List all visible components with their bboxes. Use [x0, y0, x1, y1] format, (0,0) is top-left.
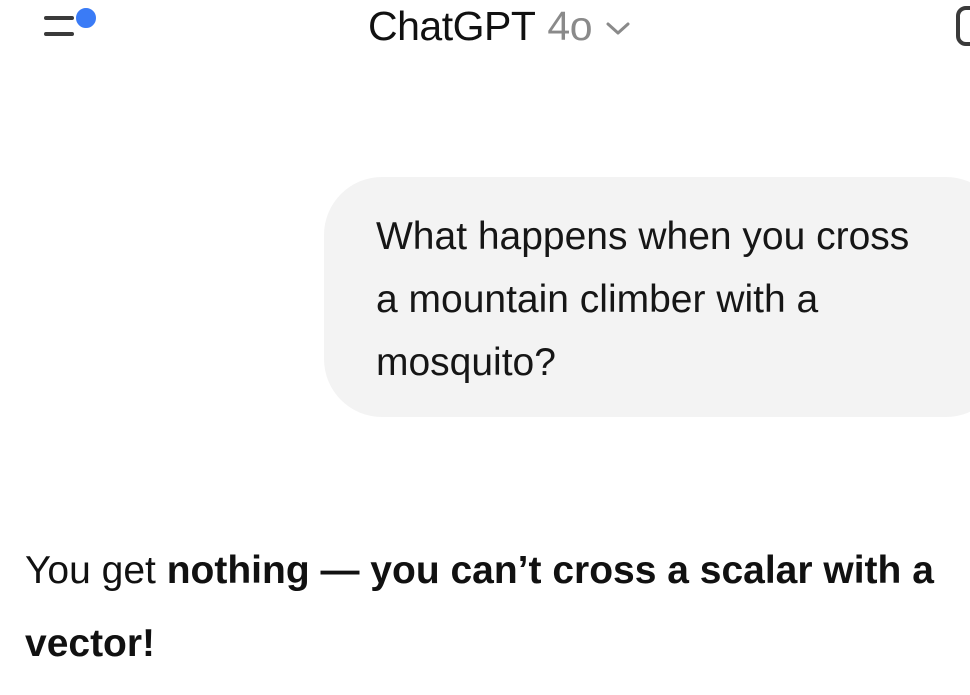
- assistant-message-prefix: You get: [25, 549, 167, 592]
- app-title: ChatGPT: [368, 2, 536, 49]
- model-switcher[interactable]: ChatGPT 4o: [368, 0, 632, 52]
- menu-button[interactable]: [40, 4, 104, 48]
- menu-icon: [44, 16, 74, 20]
- user-message-bubble: What happens when you cross a mountain c…: [324, 177, 970, 417]
- top-bar: ChatGPT 4o: [0, 0, 970, 56]
- chat-screen: ChatGPT 4o What happens when you cross a…: [0, 0, 970, 695]
- new-chat-icon[interactable]: [956, 6, 970, 46]
- assistant-message: You get nothing — you can’t cross a scal…: [25, 534, 955, 680]
- notification-dot-icon: [74, 6, 98, 30]
- menu-icon-line: [44, 32, 74, 36]
- model-name: 4o: [547, 2, 592, 49]
- chevron-down-icon: [606, 22, 630, 35]
- user-message-text: What happens when you cross a mountain c…: [376, 215, 910, 384]
